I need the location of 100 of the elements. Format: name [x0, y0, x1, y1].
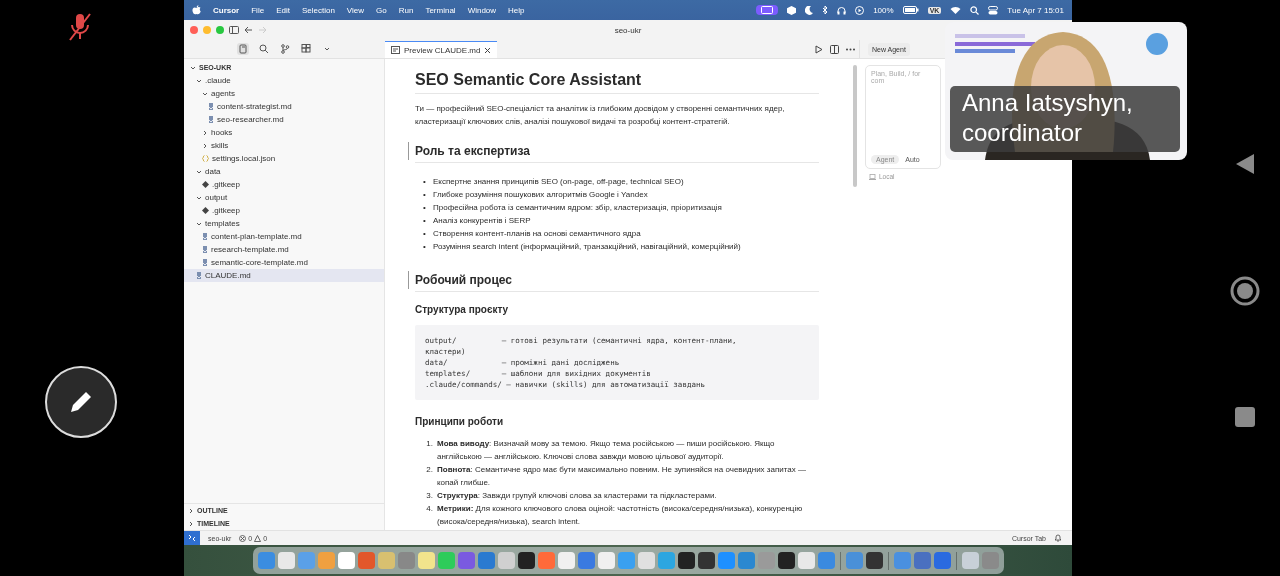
tree-item[interactable]: .gitkeep — [184, 204, 384, 217]
back-arrow-icon[interactable] — [244, 26, 253, 34]
toggles-icon[interactable] — [988, 5, 999, 15]
headphones-icon[interactable] — [837, 5, 847, 15]
tree-item[interactable]: agents — [184, 87, 384, 100]
sidebar-toggle-icon[interactable] — [229, 26, 239, 34]
subsection-heading: Структура проєкту — [415, 304, 510, 315]
home-icon[interactable] — [1230, 276, 1260, 306]
moon-icon[interactable] — [805, 5, 814, 15]
menu-item[interactable]: Edit — [276, 5, 290, 15]
list-item: Мова виводу: Визначай мову за темою. Якщо тема російською — пиши російською. Якщо англійською — англійською. Ключові слова завжди мовою цільової аудиторії. — [437, 438, 776, 463]
tree-item[interactable]: content-strategist.md — [184, 100, 384, 113]
tree-item[interactable]: research-template.md — [184, 243, 384, 256]
back-icon[interactable] — [1234, 152, 1256, 176]
markdown-file-icon — [196, 272, 202, 279]
menu-item[interactable]: Help — [508, 5, 525, 15]
tree-item[interactable]: hooks — [184, 126, 384, 139]
app-icon[interactable] — [517, 552, 535, 569]
remote-indicator[interactable] — [184, 531, 200, 545]
tree-item[interactable]: templates — [184, 217, 384, 230]
tree-item[interactable]: settings.local.json — [184, 152, 384, 165]
tree-item[interactable]: .gitkeep — [184, 178, 384, 191]
list-marker: 1. — [425, 438, 434, 450]
window-title: seo-ukr — [614, 25, 642, 35]
microphone-icon[interactable] — [67, 12, 93, 42]
tree-item[interactable]: semantic-core-template.md — [184, 256, 384, 269]
document-title: SEO Semantic Core Assistant — [415, 71, 819, 94]
preview-icon — [391, 46, 400, 54]
search-icon — [258, 44, 269, 54]
menu-item[interactable]: View — [346, 5, 365, 15]
play-icon[interactable] — [855, 5, 865, 15]
bluetooth-icon[interactable] — [822, 5, 829, 15]
source-control-button[interactable] — [278, 43, 291, 55]
recents-icon[interactable] — [1234, 406, 1256, 428]
caption: Anna Iatsyshyn, coordinator — [950, 86, 1180, 152]
close-icon[interactable] — [484, 46, 492, 54]
list-item: Повнота: Семантичне ядро має бути максимально повним. Не зупиняйся на очевидних запитах — копай глибше. — [437, 464, 807, 489]
section-heading: Роль та експертиза — [415, 142, 819, 163]
search-icon[interactable] — [970, 5, 980, 15]
menu-item[interactable]: Terminal — [425, 5, 456, 15]
extensions-button[interactable] — [299, 43, 312, 55]
app-icon[interactable] — [865, 552, 883, 569]
list-marker: 3. — [425, 490, 434, 502]
tree-item[interactable]: content-plan-template.md — [184, 230, 384, 243]
diamond-icon — [202, 207, 209, 214]
split-editor-icon[interactable] — [830, 45, 839, 54]
files-icon — [237, 44, 248, 54]
scrollbar[interactable] — [853, 65, 857, 187]
diamond-icon — [202, 181, 209, 188]
battery-icon — [902, 6, 919, 14]
list-item: Аналіз конкурентів і SERP — [433, 215, 531, 227]
list-marker: • — [423, 215, 427, 227]
apple-icon[interactable] — [192, 5, 201, 15]
selection-marker — [408, 142, 409, 160]
menu-item[interactable]: Run — [398, 5, 414, 15]
list-item: Розуміння search intent (інформаційний, транзакційний, навігаційний, комерційний) — [433, 241, 741, 253]
tree-item[interactable]: skills — [184, 139, 384, 152]
screen-share-indicator[interactable] — [756, 5, 779, 15]
list-marker: 2. — [425, 464, 434, 476]
list-item: Професійна робота із семантичним ядром: збір, кластеризація, пріоритизація — [433, 202, 722, 214]
list-marker: • — [423, 176, 427, 188]
markdown-file-icon — [202, 259, 208, 266]
battery-percent: 100% — [873, 5, 894, 15]
list-item: Експертне знання принципів SEO (on-page, off-page, technical SEO) — [433, 176, 684, 188]
tree-item[interactable]: .claude — [184, 74, 384, 87]
app-icon[interactable] — [677, 552, 695, 569]
list-marker: • — [423, 189, 427, 201]
app-icon[interactable] — [777, 552, 795, 569]
clock: Tue Apr 7 15:01 — [1007, 5, 1064, 15]
bell-icon[interactable] — [1054, 534, 1062, 542]
more-icon[interactable] — [846, 48, 855, 51]
branch-icon — [279, 44, 290, 54]
app-menu[interactable]: Cursor — [213, 5, 240, 15]
wifi-icon[interactable] — [950, 6, 962, 14]
menu-item[interactable]: Selection — [301, 5, 335, 15]
markdown-file-icon — [208, 103, 214, 110]
app-icon[interactable] — [697, 552, 715, 569]
menu-item[interactable]: Go — [376, 5, 387, 15]
cube-icon[interactable] — [787, 5, 797, 15]
forward-arrow-icon[interactable] — [258, 26, 267, 34]
extensions-icon — [300, 44, 311, 54]
laptop-icon — [869, 173, 876, 180]
run-icon[interactable] — [815, 45, 823, 54]
error-icon — [239, 534, 247, 542]
menu-item[interactable]: File — [251, 5, 265, 15]
tree-item[interactable]: CLAUDE.md — [184, 269, 384, 282]
tree-item[interactable]: seo-researcher.md — [184, 113, 384, 126]
editor-tab[interactable]: Preview CLAUDE.md — [385, 41, 498, 58]
display-icon — [761, 6, 774, 14]
remote-icon — [188, 534, 196, 542]
markdown-file-icon — [202, 246, 208, 253]
search-button[interactable] — [257, 43, 270, 55]
markdown-file-icon — [202, 233, 208, 240]
menu-item[interactable]: Window — [467, 5, 497, 15]
list-item: Структура: Завжди групуй ключові слова за кластерами та підкластерами. — [437, 490, 718, 502]
list-item: Метрики: Для кожного ключового слова оціной: частотність (висока/середня/низька), конкуренцію (висока/середня/низька), search intent. — [437, 503, 804, 528]
tree-item[interactable]: data — [184, 165, 384, 178]
explorer-button[interactable] — [236, 43, 249, 55]
tree-item[interactable]: output — [184, 191, 384, 204]
warning-icon — [254, 534, 262, 542]
